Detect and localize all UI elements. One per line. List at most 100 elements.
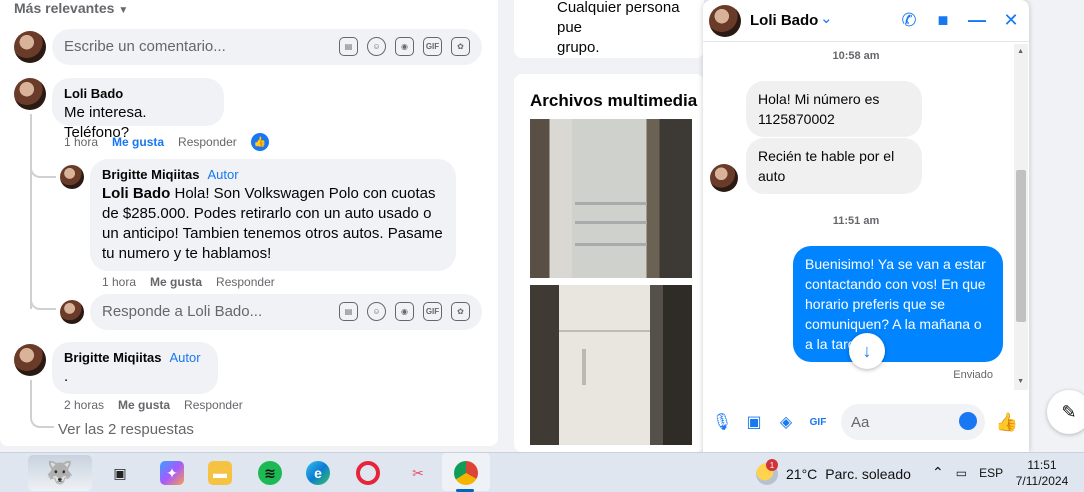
gif-icon[interactable]: GIF bbox=[423, 302, 442, 321]
gif-icon[interactable]: GIF bbox=[423, 37, 442, 56]
comment-author[interactable]: Brigitte Miqiitas bbox=[64, 350, 162, 365]
comment-time[interactable]: 2 horas bbox=[64, 398, 104, 412]
clock[interactable]: 11:51 7/11/2024 bbox=[1004, 457, 1080, 489]
clock-time: 11:51 bbox=[1027, 458, 1057, 472]
comment-actions: 1 hora Me gusta Responder 👍 bbox=[64, 133, 269, 151]
avatar[interactable] bbox=[709, 5, 741, 37]
opera-icon[interactable] bbox=[356, 461, 380, 485]
phone-icon[interactable]: ✆ bbox=[899, 9, 919, 31]
author-badge: Autor bbox=[169, 350, 201, 365]
emoji-icon[interactable]: ☺ bbox=[367, 37, 386, 56]
group-info-text-line1: Cualquier persona pue bbox=[557, 0, 680, 36]
media-title[interactable]: Archivos multimedia re bbox=[530, 91, 704, 111]
caret-down-icon: ▼ bbox=[118, 5, 129, 16]
chat-window: Loli Bado ⌄ ✆ ■ — ✕ 10:58 am Hola! Mi nú… bbox=[703, 0, 1029, 452]
reply-bubble: Brigitte Miqiitas Autor Loli Bado Hola! S… bbox=[90, 159, 456, 271]
video-icon[interactable]: ■ bbox=[933, 9, 953, 31]
message-timestamp: 10:58 am bbox=[832, 50, 880, 62]
new-message-icon[interactable]: ✎ bbox=[1047, 390, 1084, 434]
comment-bubble: Brigitte Miqiitas Autor . bbox=[52, 342, 218, 394]
sticker-icon[interactable]: ▤ bbox=[339, 302, 358, 321]
reply-button[interactable]: Responder bbox=[216, 275, 275, 289]
language-indicator[interactable]: ESP bbox=[979, 466, 1003, 480]
thread-line bbox=[30, 114, 32, 309]
like-button[interactable]: Me gusta bbox=[112, 135, 164, 149]
camera-icon[interactable]: ◉ bbox=[395, 302, 414, 321]
thumbs-up-icon[interactable]: 👍 bbox=[250, 133, 269, 151]
reply-button[interactable]: Responder bbox=[178, 135, 237, 149]
weather-badge: 1 bbox=[766, 459, 778, 471]
author-badge: Autor bbox=[207, 167, 239, 182]
file-explorer-icon[interactable]: ▬ bbox=[208, 461, 232, 485]
media-photo[interactable] bbox=[530, 119, 692, 278]
avatar[interactable] bbox=[14, 344, 46, 376]
weather-desc: Parc. soleado bbox=[825, 466, 911, 482]
comment-time[interactable]: 1 hora bbox=[64, 135, 98, 149]
weather-temp: 21°C bbox=[786, 466, 818, 482]
comments-panel: Más relevantes ▼ Escribe un comentario...… bbox=[0, 0, 498, 446]
media-photo[interactable] bbox=[530, 285, 692, 445]
network-icon[interactable]: ▭ bbox=[956, 466, 967, 480]
avatar[interactable] bbox=[60, 300, 84, 324]
incoming-message[interactable]: Hola! Mi número es 1125870002 bbox=[746, 81, 922, 137]
avatar-sticker-icon[interactable]: ✿ bbox=[451, 37, 470, 56]
avatar[interactable] bbox=[60, 165, 84, 189]
like-button[interactable]: Me gusta bbox=[150, 275, 202, 289]
message-input[interactable]: Aa bbox=[841, 404, 985, 440]
snipping-tool-icon[interactable]: ✂ bbox=[406, 461, 430, 485]
outgoing-message[interactable]: Buenisimo! Ya se van a estar contactando… bbox=[793, 246, 1003, 362]
spotify-icon[interactable]: ≋ bbox=[258, 461, 282, 485]
microphone-icon[interactable]: 🎙 bbox=[712, 412, 732, 432]
weather-widget[interactable]: 1 21°C Parc. soleado bbox=[756, 459, 911, 485]
comment-bubble: Loli Bado Me interesa. Teléfono? bbox=[52, 78, 224, 141]
edge-icon[interactable]: e bbox=[306, 461, 330, 485]
wolf-wallpaper-icon[interactable]: 🐺 bbox=[28, 455, 92, 491]
taskbar: 🐺 ▣ ✦ ▬ ≋ e ✂ 1 21°C Parc. soleado ⌃ ▭ E… bbox=[0, 452, 1084, 492]
group-info-text-line2: grupo. bbox=[557, 39, 600, 56]
gif-icon[interactable]: GIF bbox=[808, 412, 828, 432]
thread-connector bbox=[30, 290, 56, 310]
comment-author[interactable]: Loli Bado bbox=[64, 86, 212, 101]
chevron-down-icon[interactable]: ⌄ bbox=[820, 9, 833, 27]
like-button[interactable]: Me gusta bbox=[118, 398, 170, 412]
sticker-icon[interactable]: ▤ bbox=[339, 37, 358, 56]
sort-label: Más relevantes bbox=[14, 0, 115, 16]
scroll-up-arrow[interactable]: ▲ bbox=[1017, 48, 1024, 55]
emoji-icon[interactable]: ☺ bbox=[367, 302, 386, 321]
minimize-icon[interactable]: — bbox=[967, 9, 987, 31]
avatar[interactable] bbox=[14, 31, 46, 63]
message-input-placeholder: Aa bbox=[851, 414, 870, 431]
group-info-card: Cualquier persona pue grupo. bbox=[514, 0, 704, 58]
photo-icon[interactable]: ▣ bbox=[744, 412, 764, 432]
chat-contact-name[interactable]: Loli Bado bbox=[750, 12, 818, 29]
sort-dropdown[interactable]: Más relevantes ▼ bbox=[14, 0, 128, 16]
camera-icon[interactable]: ◉ bbox=[395, 37, 414, 56]
sticker-icon[interactable]: ◈ bbox=[776, 412, 796, 432]
comment-input[interactable]: Escribe un comentario... ▤ ☺ ◉ GIF ✿ bbox=[52, 29, 482, 65]
reply-actions: 1 hora Me gusta Responder bbox=[102, 275, 275, 289]
message-status: Enviado bbox=[953, 369, 993, 381]
comment-input-placeholder: Escribe un comentario... bbox=[64, 38, 226, 55]
scrollbar-thumb[interactable] bbox=[1016, 170, 1026, 322]
reply-button[interactable]: Responder bbox=[184, 398, 243, 412]
reply-input[interactable]: Responde a Loli Bado... ▤ ☺ ◉ GIF ✿ bbox=[90, 294, 482, 330]
avatar-sticker-icon[interactable]: ✿ bbox=[451, 302, 470, 321]
reply-time[interactable]: 1 hora bbox=[102, 275, 136, 289]
task-view-icon[interactable]: ▣ bbox=[108, 461, 132, 485]
chrome-icon[interactable] bbox=[454, 461, 478, 485]
incoming-message[interactable]: Recién te hable por el auto bbox=[746, 138, 922, 194]
avatar[interactable] bbox=[14, 78, 46, 110]
thread-connector bbox=[30, 160, 56, 178]
chevron-up-icon[interactable]: ⌃ bbox=[932, 464, 944, 481]
mention-link[interactable]: Loli Bado bbox=[102, 185, 170, 202]
arrow-down-icon[interactable]: ↓ bbox=[849, 333, 885, 369]
emoji-icon[interactable] bbox=[959, 412, 977, 430]
avatar[interactable] bbox=[710, 164, 738, 192]
scroll-down-arrow[interactable]: ▼ bbox=[1017, 378, 1024, 385]
media-card: Archivos multimedia re bbox=[514, 74, 704, 452]
view-replies-link[interactable]: Ver las 2 respuestas bbox=[58, 421, 194, 438]
close-icon[interactable]: ✕ bbox=[1001, 9, 1021, 31]
thumbs-up-icon[interactable]: 👍 bbox=[996, 412, 1018, 432]
reply-author[interactable]: Brigitte Miqiitas bbox=[102, 167, 200, 182]
copilot-icon[interactable]: ✦ bbox=[160, 461, 184, 485]
